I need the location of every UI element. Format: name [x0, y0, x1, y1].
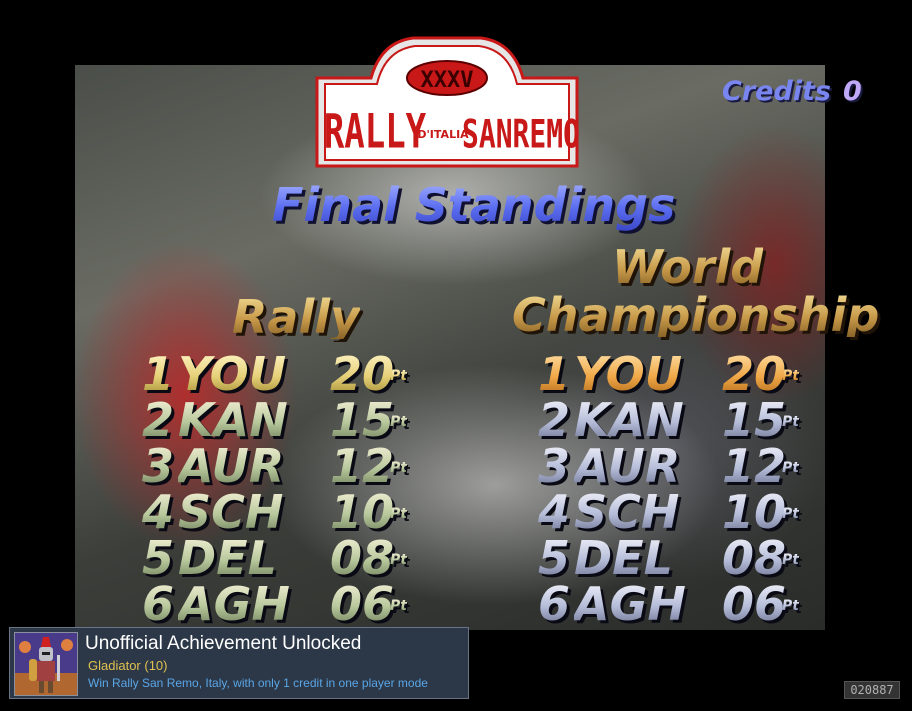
achievement-header: Unofficial Achievement Unlocked — [85, 633, 362, 654]
position: 3 — [538, 439, 571, 493]
driver-name: AUR — [178, 439, 285, 493]
points: 10 — [722, 485, 787, 539]
driver-name: DEL — [178, 531, 277, 585]
position: 1 — [538, 347, 571, 401]
driver-name: YOU — [178, 347, 287, 401]
credits-value: 0 — [843, 76, 862, 107]
driver-name: AGH — [178, 580, 290, 630]
points: 15 — [330, 393, 395, 447]
achievement-toast[interactable]: Unofficial Achievement Unlocked Gladiato… — [9, 627, 469, 699]
position: 5 — [142, 531, 175, 585]
points: 08 — [330, 531, 395, 585]
credits-display: Credits 0 — [722, 76, 862, 107]
points: 20 — [330, 347, 395, 401]
position: 3 — [142, 439, 175, 493]
points-unit: Pt — [390, 414, 407, 430]
position: 2 — [142, 393, 175, 447]
position: 4 — [538, 485, 571, 539]
position: 4 — [142, 485, 175, 539]
driver-name: KAN — [178, 393, 288, 447]
points: 06 — [722, 580, 787, 630]
points-unit: Pt — [782, 460, 799, 476]
points-unit: Pt — [782, 368, 799, 384]
gladiator-badge-icon — [14, 632, 78, 696]
points-unit: Pt — [782, 552, 799, 568]
position: 1 — [142, 347, 175, 401]
rally-heading: Rally — [232, 290, 360, 344]
logo-right-text: SANREMO — [462, 112, 580, 158]
points-unit: Pt — [782, 414, 799, 430]
position: 5 — [538, 531, 571, 585]
points-unit: Pt — [782, 506, 799, 522]
points: 06 — [330, 580, 395, 630]
logo-badge-text: XXXV — [421, 68, 474, 93]
rally-row: 6 AGH 06 Pt — [142, 580, 442, 630]
points: 10 — [330, 485, 395, 539]
points: 12 — [722, 439, 787, 493]
position: 6 — [142, 580, 175, 630]
achievement-name: Gladiator (10) — [88, 658, 168, 673]
driver-name: DEL — [574, 531, 673, 585]
final-standings-title: Final Standings — [272, 178, 676, 232]
points-unit: Pt — [390, 506, 407, 522]
driver-name: AGH — [574, 580, 686, 630]
logo-left-text: RALLY — [324, 104, 426, 159]
credits-label: Credits — [722, 76, 832, 107]
points-unit: Pt — [390, 552, 407, 568]
points-unit: Pt — [782, 598, 799, 614]
points: 15 — [722, 393, 787, 447]
points-unit: Pt — [390, 598, 407, 614]
frame-counter: 020887 — [844, 681, 900, 699]
position: 6 — [538, 580, 571, 630]
points: 12 — [330, 439, 395, 493]
world-heading-line2: Championship — [512, 288, 880, 342]
position: 2 — [538, 393, 571, 447]
points-unit: Pt — [390, 368, 407, 384]
points-unit: Pt — [390, 460, 407, 476]
points: 20 — [722, 347, 787, 401]
driver-name: AUR — [574, 439, 681, 493]
achievement-description: Win Rally San Remo, Italy, with only 1 c… — [88, 676, 428, 690]
world-heading-line1: World — [612, 240, 764, 294]
driver-name: KAN — [574, 393, 684, 447]
world-row: 6 AGH 06 Pt — [538, 580, 828, 630]
driver-name: SCH — [178, 485, 284, 539]
driver-name: YOU — [574, 347, 683, 401]
rally-sanremo-logo: XXXV RALLY D'ITALIA SANREMO — [315, 36, 580, 168]
driver-name: SCH — [574, 485, 680, 539]
points: 08 — [722, 531, 787, 585]
